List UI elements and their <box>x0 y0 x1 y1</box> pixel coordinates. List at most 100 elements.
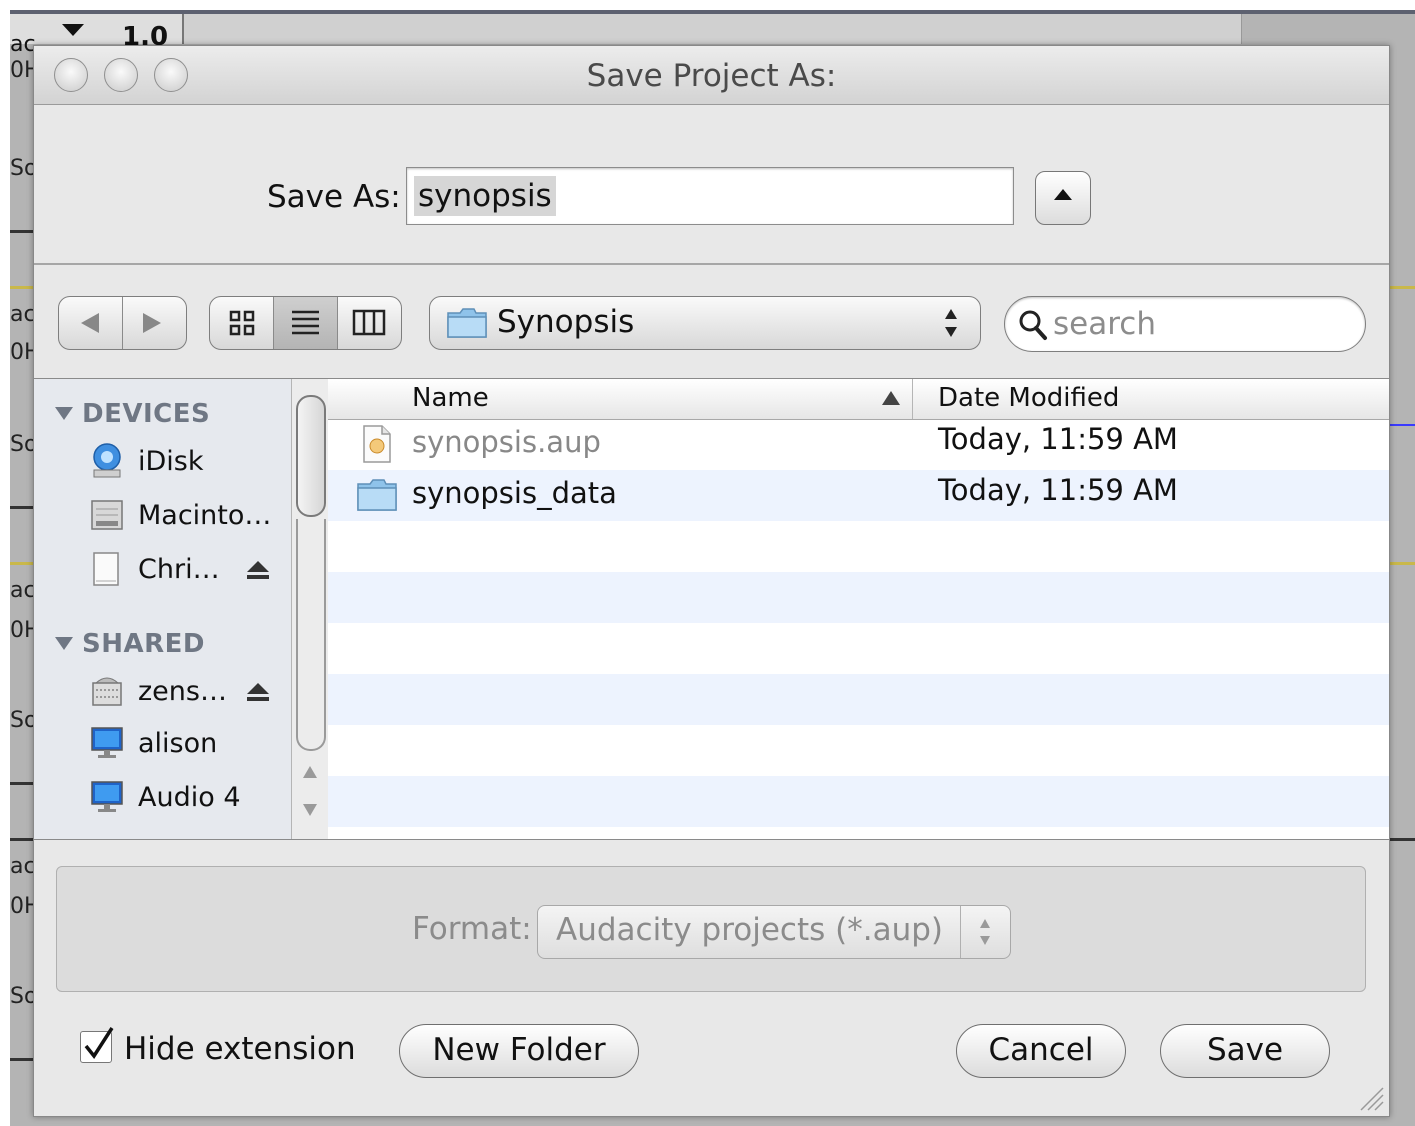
hide-extension-label[interactable]: Hide extension <box>124 1031 356 1067</box>
column-header-date-modified[interactable]: Date Modified <box>938 383 1119 413</box>
icon-view-button[interactable] <box>210 297 273 349</box>
column-header-name[interactable]: Name <box>412 383 489 413</box>
sidebar-section-shared: SHARED <box>82 629 205 659</box>
sidebar-item-label: Chri… <box>138 554 220 585</box>
background-track-fragment: ac <box>10 578 34 603</box>
dropdown-arrow-icon <box>62 24 84 36</box>
background-track-fragment: 0H <box>10 340 34 365</box>
forward-button[interactable] <box>123 297 186 349</box>
column-view-icon <box>352 309 386 336</box>
sort-ascending-icon <box>882 391 900 405</box>
view-mode-control <box>209 296 402 350</box>
background-track-divider <box>10 1058 34 1061</box>
up-down-arrows-icon <box>980 919 990 945</box>
file-date: Today, 11:59 AM <box>938 422 1178 456</box>
list-view-button[interactable] <box>274 297 337 349</box>
new-folder-button[interactable]: New Folder <box>399 1024 639 1078</box>
title-bar: Save Project As: <box>34 46 1389 105</box>
format-label: Format: <box>412 911 532 947</box>
sidebar: DEVICES iDisk Macinto… Chri… SHARED zens… <box>34 379 291 839</box>
triangle-up-icon <box>1054 189 1072 200</box>
background-track-fragment: So <box>10 708 34 733</box>
divider <box>34 263 1389 265</box>
up-down-arrows-icon <box>945 309 957 337</box>
save-as-input[interactable]: synopsis <box>406 167 1014 225</box>
collapse-dialog-button[interactable] <box>1035 171 1091 225</box>
server-icon <box>92 677 122 706</box>
list-view-icon <box>292 310 319 335</box>
disclosure-triangle-icon[interactable] <box>54 405 74 421</box>
background-track-divider <box>10 562 34 565</box>
save-button[interactable]: Save <box>1160 1024 1330 1078</box>
sidebar-item-chri[interactable]: Chri… <box>90 551 280 591</box>
file-browser: DEVICES iDisk Macinto… Chri… SHARED zens… <box>34 378 1389 840</box>
scroll-down-arrow-icon[interactable] <box>300 799 320 819</box>
search-input[interactable]: search <box>1004 296 1366 352</box>
background-track-divider <box>10 286 34 289</box>
table-row[interactable]: synopsis.aup Today, 11:59 AM <box>328 419 1389 470</box>
background-track-fragment: ac <box>10 854 34 879</box>
file-name: synopsis_data <box>412 476 617 510</box>
document-icon <box>363 425 391 463</box>
cancel-button[interactable]: Cancel <box>956 1024 1126 1078</box>
sidebar-section-devices: DEVICES <box>82 399 211 429</box>
history-navigation <box>58 296 187 350</box>
scrollbar-track[interactable] <box>296 519 326 751</box>
file-list: Name Date Modified synopsis.aup Today, 1… <box>328 379 1389 839</box>
list-stripe <box>328 776 1389 827</box>
format-panel: Format: Audacity projects (*.aup) <box>56 866 1366 992</box>
eject-icon[interactable] <box>246 559 270 581</box>
background-track-control: ac 1.0 <box>10 14 182 57</box>
back-button[interactable] <box>59 297 122 349</box>
idisk-icon <box>93 443 121 478</box>
scroll-up-arrow-icon[interactable] <box>300 763 320 783</box>
disk-icon <box>93 552 119 586</box>
sidebar-item-label: iDisk <box>138 446 204 477</box>
folder-popup[interactable]: Synopsis <box>429 296 981 350</box>
scrollbar-thumb[interactable] <box>296 395 326 517</box>
checkmark-icon <box>84 1027 114 1059</box>
save-as-label: Save As: <box>267 179 401 215</box>
background-track-divider <box>1388 838 1415 841</box>
folder-icon <box>447 308 487 338</box>
background-track-fragment: ac <box>10 302 34 327</box>
list-stripe <box>328 572 1389 623</box>
back-arrow-icon <box>81 313 99 333</box>
column-divider <box>912 379 913 419</box>
hide-extension-checkbox[interactable] <box>80 1027 114 1063</box>
background-track-divider <box>10 838 34 841</box>
resize-grip-icon[interactable] <box>1357 1084 1385 1112</box>
search-icon <box>1019 310 1047 340</box>
background-track-fragment: So <box>10 156 34 181</box>
background-track-fragment: 0H <box>10 58 34 83</box>
select-divider <box>960 906 961 958</box>
background-track-divider <box>10 506 34 509</box>
sidebar-item-label: zens… <box>138 676 227 707</box>
background-track-divider <box>1388 562 1415 565</box>
eject-icon[interactable] <box>246 681 270 703</box>
column-view-button[interactable] <box>338 297 401 349</box>
dialog-title: Save Project As: <box>586 58 837 94</box>
list-stripe <box>328 674 1389 725</box>
search-placeholder: search <box>1053 306 1156 342</box>
background-waveform-line <box>1388 424 1415 426</box>
disclosure-triangle-icon[interactable] <box>54 635 74 651</box>
computer-icon <box>91 781 123 812</box>
hard-drive-icon <box>91 500 123 530</box>
table-row[interactable]: synopsis_data Today, 11:59 AM <box>328 470 1389 521</box>
computer-icon <box>91 727 123 758</box>
file-name: synopsis.aup <box>412 425 601 459</box>
sidebar-item-label: Audio 4 <box>138 782 241 813</box>
sidebar-item-zens[interactable]: zens… <box>90 673 280 713</box>
current-folder-label: Synopsis <box>497 304 635 340</box>
file-date: Today, 11:59 AM <box>938 473 1178 507</box>
forward-arrow-icon <box>143 313 161 333</box>
save-as-value: synopsis <box>414 176 556 216</box>
sidebar-scrollbar[interactable] <box>291 379 329 839</box>
background-track-divider <box>10 230 34 233</box>
background-track-fragment: ac <box>10 32 36 57</box>
icon-view-icon <box>229 310 255 336</box>
folder-icon <box>357 479 397 511</box>
background-track-fragment: 0H <box>10 618 34 643</box>
format-value: Audacity projects (*.aup) <box>556 912 944 948</box>
